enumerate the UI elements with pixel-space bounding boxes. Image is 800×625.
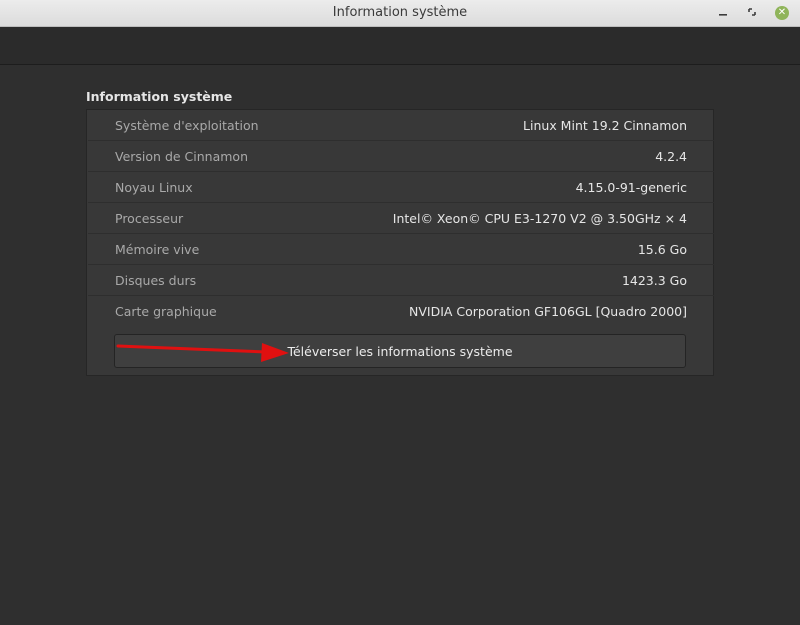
info-row-kernel: Noyau Linux 4.15.0-91-generic [88, 172, 714, 203]
row-value: NVIDIA Corporation GF106GL [Quadro 2000] [408, 304, 687, 319]
row-value: 4.15.0-91-generic [575, 180, 687, 195]
system-info-window: Information système ✕ Information systèm… [0, 0, 800, 625]
maximize-button[interactable] [742, 3, 762, 23]
header-bar [0, 27, 800, 65]
info-row-memory: Mémoire vive 15.6 Go [88, 234, 714, 265]
row-value: Linux Mint 19.2 Cinnamon [523, 118, 687, 133]
row-value: Intel© Xeon© CPU E3-1270 V2 @ 3.50GHz × … [392, 211, 687, 226]
info-row-os: Système d'exploitation Linux Mint 19.2 C… [88, 110, 714, 141]
info-row-processor: Processeur Intel© Xeon© CPU E3-1270 V2 @… [88, 203, 714, 234]
maximize-icon [747, 7, 757, 20]
row-label: Processeur [115, 211, 184, 226]
title-bar[interactable]: Information système ✕ [0, 0, 800, 27]
section-title: Information système [86, 89, 233, 104]
row-label: Disques durs [115, 273, 197, 288]
close-button[interactable]: ✕ [772, 3, 792, 23]
row-value: 4.2.4 [655, 149, 687, 164]
system-info-panel: Système d'exploitation Linux Mint 19.2 C… [86, 109, 714, 376]
row-label: Carte graphique [115, 304, 217, 319]
row-value: 1423.3 Go [621, 273, 687, 288]
red-arrow-icon [116, 343, 289, 362]
minimize-button[interactable] [713, 3, 733, 23]
info-row-disks: Disques durs 1423.3 Go [88, 265, 714, 296]
info-row-cinnamon-version: Version de Cinnamon 4.2.4 [88, 141, 714, 172]
row-label: Noyau Linux [115, 180, 193, 195]
row-label: Système d'exploitation [115, 118, 259, 133]
window-title: Information système [332, 5, 468, 20]
minimize-icon [718, 7, 728, 20]
info-row-graphics: Carte graphique NVIDIA Corporation GF106… [88, 296, 714, 327]
row-label: Version de Cinnamon [115, 149, 248, 164]
row-label: Mémoire vive [115, 242, 200, 257]
row-value: 15.6 Go [637, 242, 687, 257]
close-icon: ✕ [775, 6, 789, 20]
